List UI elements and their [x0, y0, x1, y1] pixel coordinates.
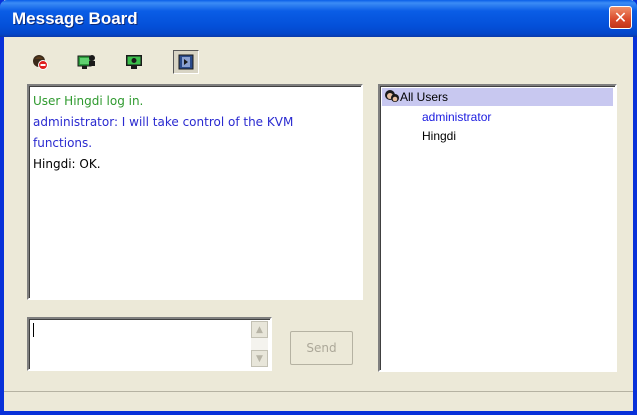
all-users-header[interactable]: All Users — [382, 88, 613, 106]
close-icon: ✕ — [613, 8, 628, 27]
arrow-up-icon: ▲ — [256, 324, 263, 335]
title-bar[interactable]: Message Board ✕ — [0, 0, 637, 37]
scroll-up-button[interactable]: ▲ — [251, 321, 268, 338]
chat-log[interactable]: User Hingdi log in. administrator: I wil… — [27, 84, 363, 300]
users-group-icon — [385, 90, 399, 102]
chat-message: functions. — [33, 136, 93, 150]
chat-message: administrator: I will take control of th… — [33, 115, 294, 129]
text-caret — [33, 323, 34, 337]
message-input[interactable]: ▲ ▼ — [27, 317, 272, 371]
status-bar — [4, 391, 633, 411]
computer-screen-icon — [126, 55, 142, 69]
toolbar-button-computer-user[interactable] — [74, 50, 100, 74]
panel-toggle-icon — [178, 54, 194, 70]
chat-messages: User Hingdi log in. administrator: I wil… — [33, 91, 357, 175]
message-board-window: Message Board ✕ User Hingdi log in. admi… — [0, 0, 637, 415]
computer-user-icon — [77, 55, 95, 69]
arrow-down-icon: ▼ — [256, 353, 263, 364]
chat-message: Hingdi: OK. — [33, 157, 101, 171]
user-list[interactable]: All Users administrator Hingdi — [378, 84, 617, 372]
chat-message: User Hingdi log in. — [33, 94, 144, 108]
message-input-scrollbar[interactable]: ▲ ▼ — [251, 321, 268, 367]
scroll-down-button[interactable]: ▼ — [251, 350, 268, 367]
user-item-administrator[interactable]: administrator — [422, 110, 491, 124]
close-button[interactable]: ✕ — [609, 6, 632, 29]
user-block-icon — [33, 55, 48, 70]
toolbar-button-panel-toggle[interactable] — [173, 50, 199, 74]
window-title: Message Board — [12, 9, 138, 28]
toolbar-button-user-block[interactable] — [27, 50, 53, 74]
user-item-hingdi[interactable]: Hingdi — [422, 129, 456, 143]
all-users-label: All Users — [400, 90, 449, 104]
send-button[interactable]: Send — [290, 331, 353, 365]
toolbar-button-computer-screen[interactable] — [121, 50, 147, 74]
